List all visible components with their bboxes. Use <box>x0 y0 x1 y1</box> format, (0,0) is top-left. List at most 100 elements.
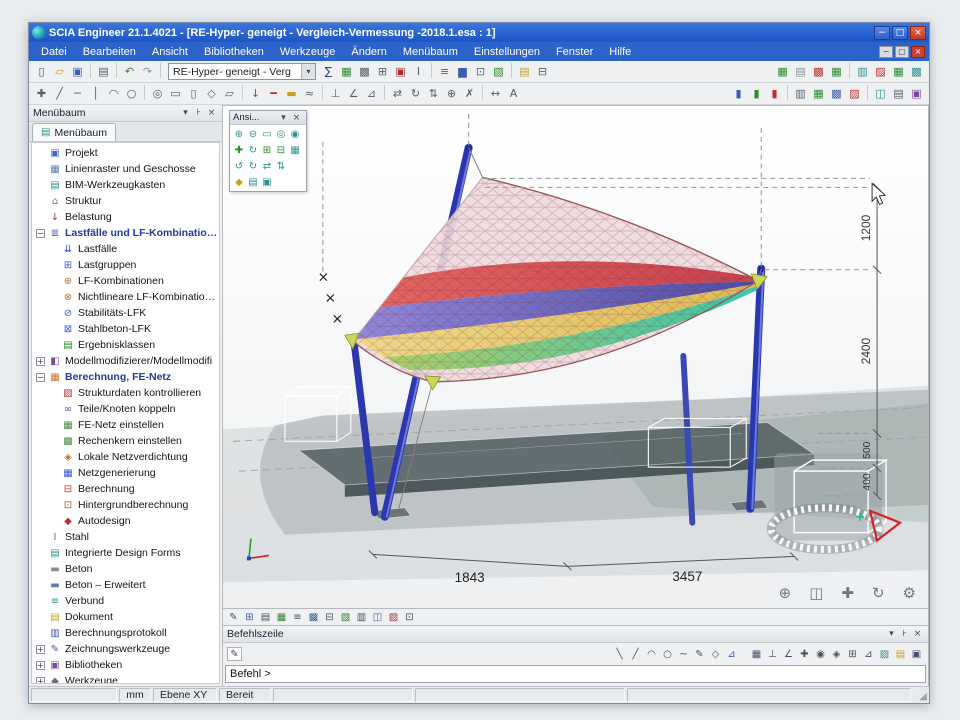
snap-center-icon[interactable]: ◉ <box>813 647 828 661</box>
concrete-icon[interactable]: ▣ <box>392 63 409 80</box>
tree-item-berechnung[interactable]: ⊟Berechnung <box>32 481 219 497</box>
opening-icon[interactable]: ▱ <box>221 85 238 102</box>
grid-display-icon[interactable]: ▩ <box>306 610 321 624</box>
perspective-icon[interactable]: ▦ <box>274 610 289 624</box>
zoom-out-icon[interactable]: ⊖ <box>246 127 260 141</box>
cube-icon[interactable]: ◫ <box>809 584 823 602</box>
menu-einstellungen[interactable]: Einstellungen <box>466 44 548 60</box>
render-display-icon[interactable]: ▧ <box>338 610 353 624</box>
calculator-icon[interactable]: ∑ <box>320 63 337 80</box>
ucs-icon[interactable]: ▣ <box>908 85 925 102</box>
activity-icon[interactable]: ▤ <box>890 85 907 102</box>
menu-fenster[interactable]: Fenster <box>548 44 601 60</box>
panel-red-icon[interactable]: ▨ <box>872 63 889 80</box>
scene-svg[interactable]: 1200 2400 500 400 1843 3457 <box>223 106 928 608</box>
tab-menubaum[interactable]: ▤ Menübaum <box>32 123 116 141</box>
render-transparent-icon[interactable]: ▮ <box>766 85 783 102</box>
draw-polygon-icon[interactable]: ◇ <box>708 647 723 661</box>
tree-item-werkzeuge[interactable]: +◆Werkzeuge <box>32 673 219 684</box>
steel-check-icon[interactable]: Ⅰ <box>410 63 427 80</box>
delete-icon[interactable]: ✗ <box>461 85 478 102</box>
redo-icon[interactable]: ↷ <box>139 63 156 80</box>
mesh-setup-icon[interactable]: ▦ <box>338 63 355 80</box>
open-icon[interactable]: ▱ <box>51 63 68 80</box>
tree-item-projekt[interactable]: ▣Projekt <box>32 145 219 161</box>
tree-item-lokale-netzverdichtung[interactable]: ◈Lokale Netzverdichtung <box>32 449 219 465</box>
close-icon[interactable]: × <box>205 108 218 118</box>
menu-ändern[interactable]: Ändern <box>343 44 394 60</box>
view-top-icon[interactable]: ▥ <box>792 85 809 102</box>
line-icon[interactable]: ╱ <box>51 85 68 102</box>
tree-item-berechnungsprotokoll[interactable]: ▥Berechnungsprotokoll <box>32 625 219 641</box>
view-options-icon[interactable]: ▣ <box>260 175 274 189</box>
command-chevron-icon[interactable]: ▾ <box>885 629 898 639</box>
palette-close-icon[interactable]: × <box>290 113 303 123</box>
viewport-3d[interactable]: 1200 2400 500 400 1843 3457 <box>223 105 929 609</box>
panel-cyan-icon[interactable]: ▩ <box>908 63 925 80</box>
wall-icon[interactable]: ▯ <box>185 85 202 102</box>
pan-icon[interactable]: ✚ <box>232 143 246 157</box>
menu-hilfe[interactable]: Hilfe <box>601 44 639 60</box>
tree-item-beton-erweitert[interactable]: ▬Beton – Erweitert <box>32 577 219 593</box>
panel-green-icon[interactable]: ▦ <box>890 63 907 80</box>
line-load-icon[interactable]: ━ <box>265 85 282 102</box>
view-side-icon[interactable]: ▩ <box>828 85 845 102</box>
tree-item-hintergrundberechnung[interactable]: ⊡Hintergrundberechnung <box>32 497 219 513</box>
view-front-icon[interactable]: ▦ <box>810 85 827 102</box>
rigid-arm-icon[interactable]: ⊿ <box>363 85 380 102</box>
hidden-lines-icon[interactable]: ▤ <box>258 610 273 624</box>
tree-item-linienraster-und-geschosse[interactable]: ▦Linienraster und Geschosse <box>32 161 219 177</box>
tree-item-autodesign[interactable]: ◆Autodesign <box>32 513 219 529</box>
tree-item-bibliotheken[interactable]: +▣Bibliotheken <box>32 657 219 673</box>
chevron-down-icon[interactable]: ▾ <box>179 108 192 118</box>
draw-freehand-icon[interactable]: ✎ <box>692 647 707 661</box>
load-grid-icon[interactable]: ▩ <box>810 63 827 80</box>
tree-item-beton[interactable]: ▬Beton <box>32 561 219 577</box>
expand-icon[interactable]: + <box>36 677 45 685</box>
storey-grid-icon[interactable]: ▤ <box>792 63 809 80</box>
hinge-icon[interactable]: ∠ <box>345 85 362 102</box>
surface-load-icon[interactable]: ▬ <box>283 85 300 102</box>
gallery-icon[interactable]: ▧ <box>490 63 507 80</box>
orbit-icon[interactable]: ↻ <box>872 584 885 602</box>
draw-spline-icon[interactable]: ~ <box>676 647 691 661</box>
volumes-display-icon[interactable]: ◫ <box>370 610 385 624</box>
tree-item-stahl[interactable]: ⅠStahl <box>32 529 219 545</box>
results-display-icon[interactable]: ⊡ <box>402 610 417 624</box>
menu-bearbeiten[interactable]: Bearbeiten <box>75 44 144 60</box>
rotate-right-icon[interactable]: ↻ <box>246 159 260 173</box>
plate-icon[interactable]: ▭ <box>167 85 184 102</box>
render-solid-icon[interactable]: ▮ <box>748 85 765 102</box>
flip-vertical-icon[interactable]: ⇅ <box>274 159 288 173</box>
orbit-icon[interactable]: ↻ <box>246 143 260 157</box>
menu-ansicht[interactable]: Ansicht <box>144 44 196 60</box>
minimize-button[interactable]: − <box>874 26 890 40</box>
snap-settings-icon[interactable]: ▨ <box>877 647 892 661</box>
column-icon[interactable]: │ <box>87 85 104 102</box>
table-icon[interactable]: ⊡ <box>472 63 489 80</box>
expand-icon[interactable]: + <box>36 357 45 366</box>
view-top-icon[interactable]: ⊞ <box>260 143 274 157</box>
tree-item-ergebnisklassen[interactable]: ▤Ergebnisklassen <box>32 337 219 353</box>
tree-item-stabilitäts-lfk[interactable]: ⊘Stabilitäts-LFK <box>32 305 219 321</box>
palette-chevron-icon[interactable]: ▾ <box>277 113 290 123</box>
menu-menübaum[interactable]: Menübaum <box>395 44 466 60</box>
zoom-in-icon[interactable]: ⊕ <box>232 127 246 141</box>
shading-icon[interactable]: ⊞ <box>242 610 257 624</box>
beam-icon[interactable]: ─ <box>69 85 86 102</box>
viewport-settings-icon[interactable]: ⚙ <box>903 584 916 602</box>
view-settings-icon[interactable]: ⊟ <box>534 63 551 80</box>
zoom-window-icon[interactable]: ▭ <box>260 127 274 141</box>
tree-item-netzgenerierung[interactable]: ▦Netzgenerierung <box>32 465 219 481</box>
new-project-icon[interactable]: ▯ <box>33 63 50 80</box>
clip-box-icon[interactable]: ◫ <box>872 85 889 102</box>
palette-header[interactable]: Ansi... ▾ × <box>230 111 306 125</box>
mdi-minimize-button[interactable]: − <box>879 46 893 58</box>
expand-icon[interactable]: + <box>36 661 45 670</box>
tree-item-belastung[interactable]: ↓Belastung <box>32 209 219 225</box>
save-icon[interactable]: ▣ <box>69 63 86 80</box>
undo-icon[interactable]: ↶ <box>121 63 138 80</box>
arc-icon[interactable]: ◠ <box>105 85 122 102</box>
solver-icon[interactable]: ▩ <box>356 63 373 80</box>
snap-tangent-icon[interactable]: ⊿ <box>861 647 876 661</box>
